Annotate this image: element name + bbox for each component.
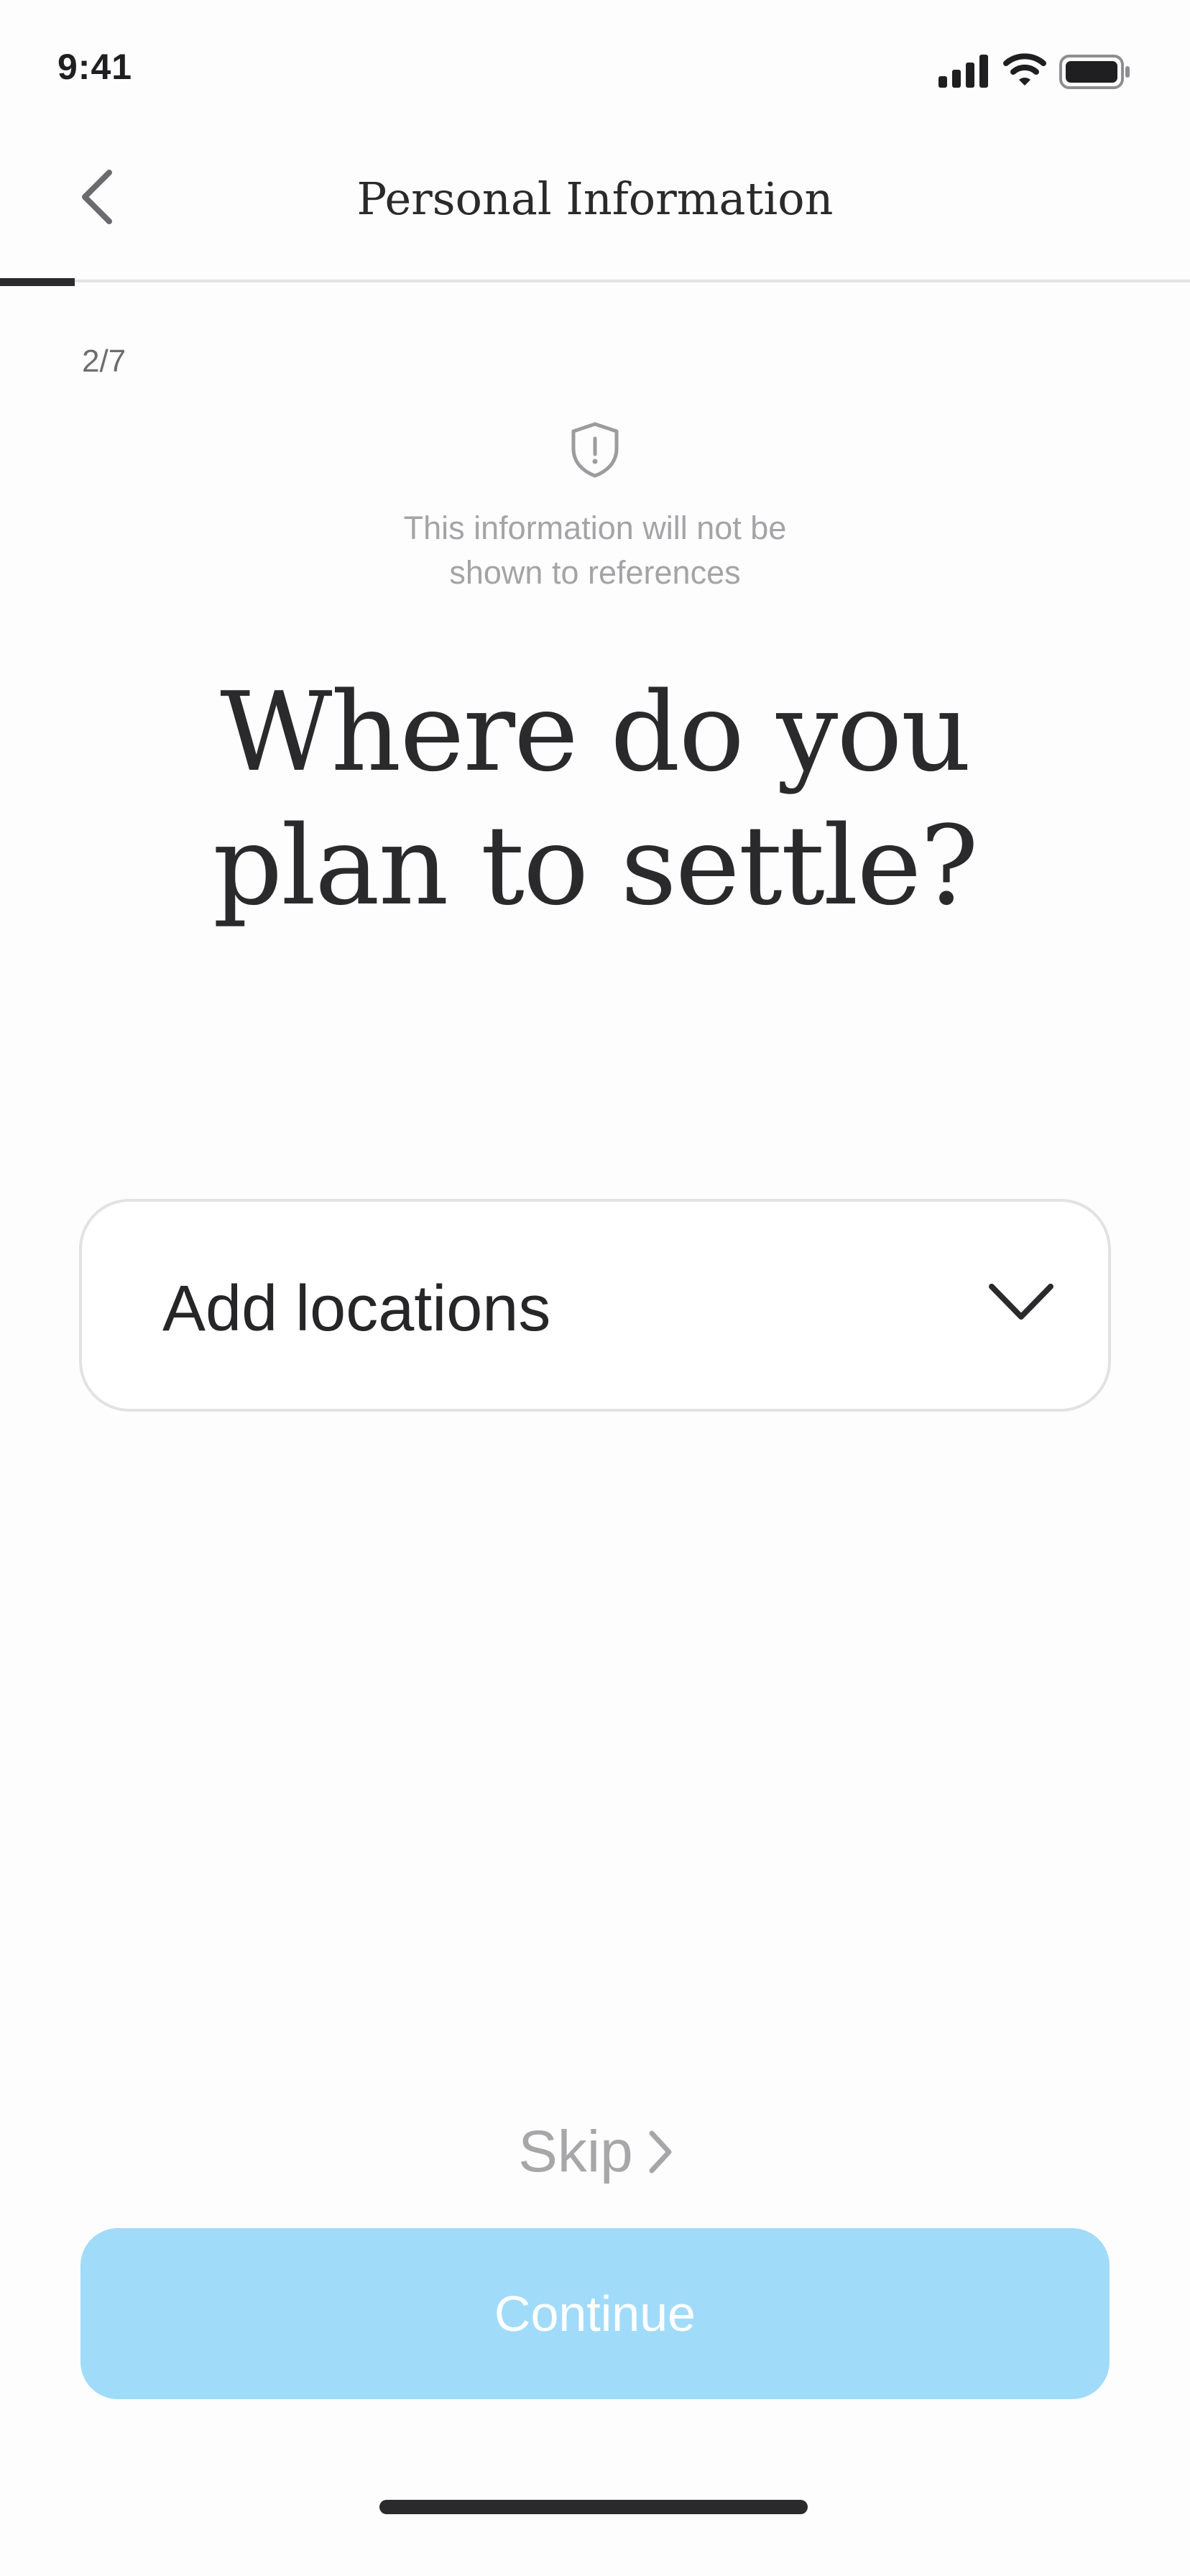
question-line1: Where do you (220, 668, 971, 796)
privacy-note-line1: This information will not be (403, 510, 787, 546)
progress-bar (0, 278, 75, 286)
locations-dropdown[interactable]: Add locations (79, 1199, 1111, 1412)
continue-label: Continue (494, 2286, 696, 2342)
skip-button[interactable]: Skip (503, 2109, 690, 2195)
continue-button[interactable]: Continue (80, 2228, 1110, 2399)
privacy-note: This information will not be shown to re… (308, 506, 882, 595)
home-indicator (379, 2500, 808, 2514)
skip-label: Skip (518, 2119, 633, 2184)
header-divider (0, 280, 1190, 282)
status-time: 9:41 (57, 47, 133, 87)
step-counter: 2/7 (82, 344, 126, 379)
chevron-down-icon (989, 1284, 1053, 1320)
wifi-icon (1003, 53, 1046, 86)
page-title: Personal Information (356, 172, 834, 225)
battery-icon (1059, 55, 1130, 89)
question-heading: Where do you plan to settle? (129, 666, 1061, 933)
cellular-signal-icon (938, 55, 988, 88)
question-line2: plan to settle? (213, 802, 979, 929)
privacy-note-line2: shown to references (449, 554, 741, 591)
shield-alert-icon (571, 422, 619, 478)
chevron-right-icon (649, 2130, 672, 2174)
locations-dropdown-label: Add locations (162, 1273, 551, 1345)
